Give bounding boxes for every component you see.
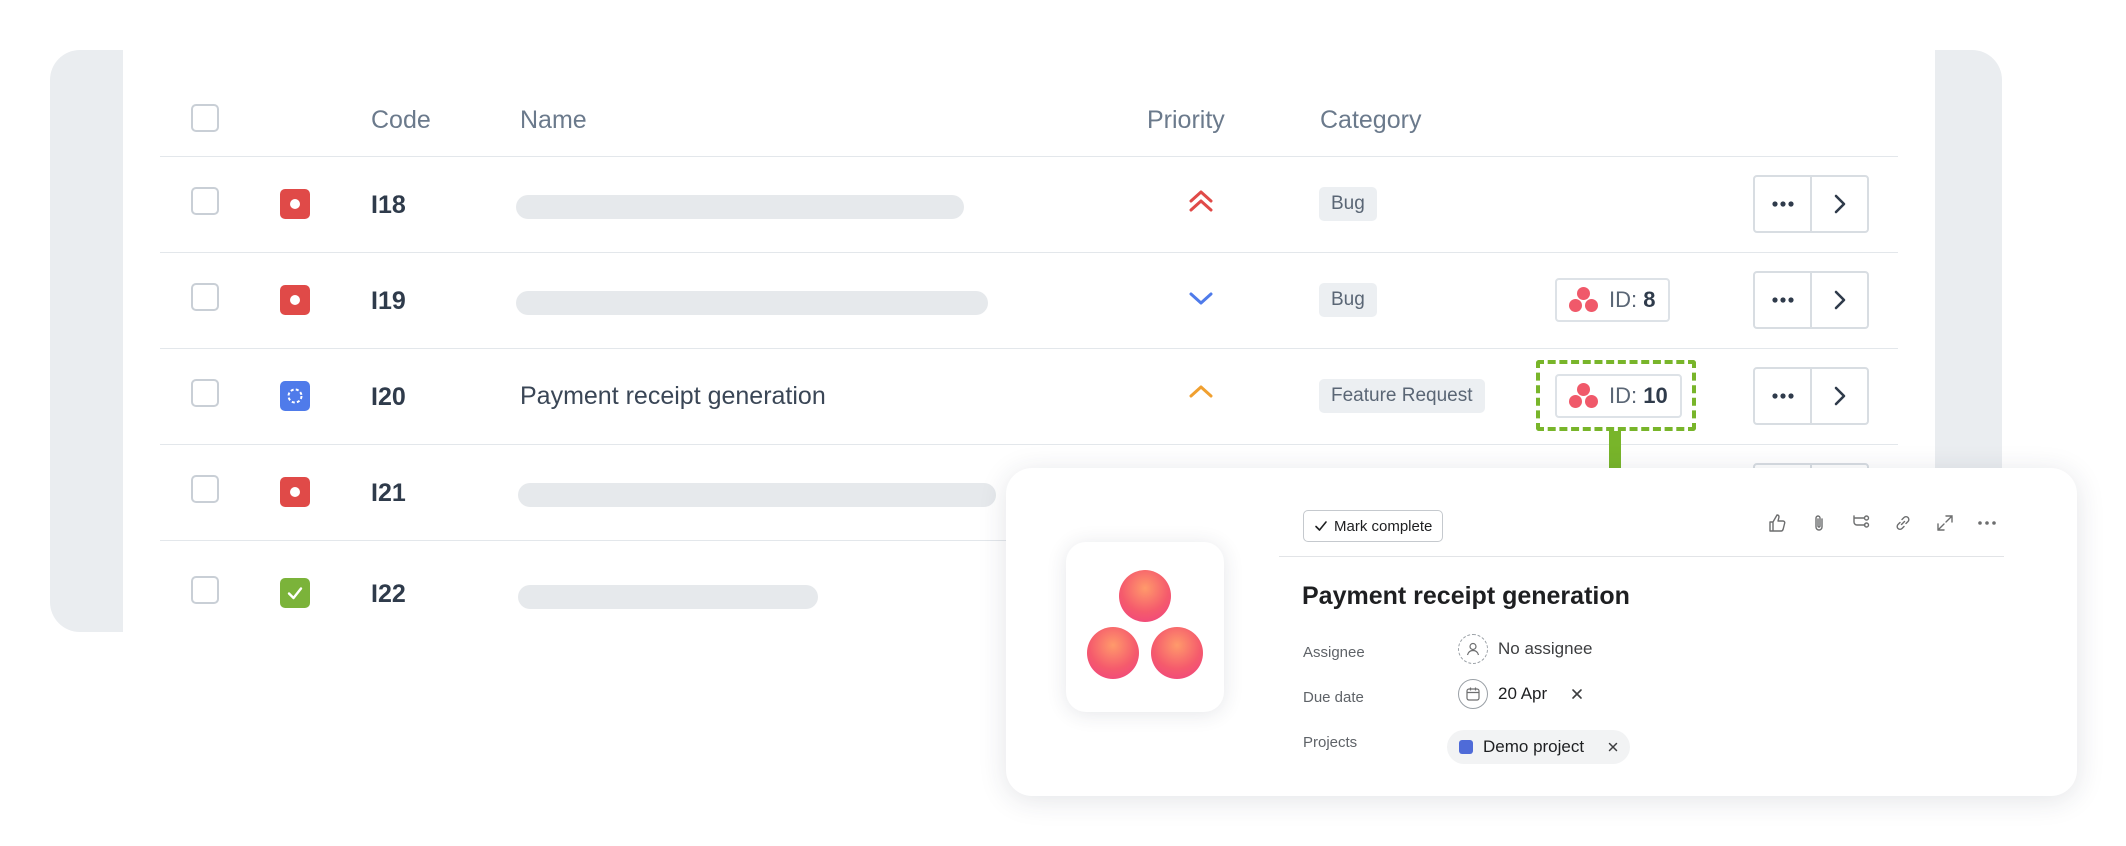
clear-due-date-icon[interactable] (1571, 688, 1583, 700)
column-header-category[interactable]: Category (1320, 106, 1421, 135)
asana-id-chip[interactable]: ID: 8 (1555, 278, 1670, 322)
column-header-code[interactable]: Code (371, 106, 431, 135)
check-icon (287, 587, 303, 600)
open-button[interactable] (1810, 369, 1867, 423)
check-icon (1315, 521, 1327, 531)
projects-label: Projects (1303, 734, 1358, 751)
row-actions (1753, 175, 1869, 233)
name-placeholder (518, 483, 996, 507)
double-chevron-up-icon (1189, 190, 1213, 212)
project-chip[interactable]: Demo project (1447, 730, 1631, 764)
chevron-right-icon (1834, 290, 1845, 310)
subtask-button[interactable] (1850, 512, 1872, 534)
asana-logo (1066, 542, 1224, 712)
category-badge: Bug (1319, 187, 1377, 221)
issue-code: I19 (371, 287, 406, 315)
category-badge: Bug (1319, 283, 1377, 317)
more-options-button[interactable] (1976, 512, 1998, 534)
task-title[interactable]: Payment receipt generation (1302, 582, 1630, 611)
mark-complete-label: Mark complete (1334, 517, 1433, 535)
chevron-up-icon (1189, 385, 1213, 398)
due-date-value: 20 Apr (1498, 684, 1548, 703)
table-row[interactable]: I19 Bug ID: 8 (123, 253, 1935, 349)
project-name: Demo project (1483, 737, 1585, 756)
highlight-frame (1536, 360, 1696, 431)
toolbar-divider (1279, 556, 2004, 557)
remove-project-icon[interactable] (1608, 742, 1618, 752)
table-header: Code Name Priority Category (123, 50, 1935, 156)
name-placeholder (516, 195, 964, 219)
issue-name[interactable]: Payment receipt generation (520, 382, 826, 411)
name-placeholder (516, 291, 988, 315)
status-icon (280, 189, 310, 219)
more-icon (1771, 393, 1794, 399)
table-row[interactable]: I18 Bug (123, 157, 1935, 253)
status-icon (280, 477, 310, 507)
name-placeholder (518, 585, 818, 609)
row-actions (1753, 367, 1869, 425)
paperclip-icon (1815, 515, 1823, 531)
id-value: 8 (1643, 287, 1656, 312)
category-badge: Feature Request (1319, 379, 1485, 413)
row-checkbox[interactable] (191, 576, 219, 604)
more-button[interactable] (1755, 369, 1810, 423)
attach-button[interactable] (1808, 512, 1830, 534)
task-toolbar (1766, 512, 1998, 534)
more-icon (1771, 297, 1794, 303)
expand-button[interactable] (1934, 512, 1956, 534)
asana-logo-icon (1569, 287, 1599, 313)
row-checkbox[interactable] (191, 283, 219, 311)
in-progress-status-icon (280, 381, 310, 411)
copy-link-button[interactable] (1892, 512, 1914, 534)
more-icon (1771, 201, 1794, 207)
issue-code: I20 (371, 383, 406, 411)
assignee-value: No assignee (1498, 639, 1593, 658)
like-button[interactable] (1766, 512, 1788, 534)
project-color-swatch (1459, 740, 1473, 754)
status-icon (280, 285, 310, 315)
chevron-right-icon (1834, 194, 1845, 214)
subtask-icon (1853, 515, 1870, 528)
mark-complete-button[interactable]: Mark complete (1303, 510, 1444, 542)
assignee-label: Assignee (1303, 644, 1365, 661)
due-date-field[interactable]: 20 Apr (1458, 679, 1583, 709)
row-actions (1753, 271, 1869, 329)
issue-code: I21 (371, 479, 406, 507)
spinner-icon (287, 388, 303, 404)
chevron-right-icon (1834, 386, 1845, 406)
column-header-name[interactable]: Name (520, 106, 587, 135)
user-icon (1458, 634, 1488, 664)
chevron-down-icon (1189, 292, 1213, 305)
expand-icon (1937, 515, 1953, 531)
more-button[interactable] (1755, 273, 1810, 327)
open-button[interactable] (1810, 177, 1867, 231)
more-button[interactable] (1755, 177, 1810, 231)
issue-code: I18 (371, 191, 406, 219)
link-icon (1896, 515, 1910, 531)
row-checkbox[interactable] (191, 475, 219, 503)
assignee-field[interactable]: No assignee (1458, 634, 1593, 664)
connector-line (1609, 431, 1621, 471)
task-detail-panel: Mark complete Payment receipt generation… (1006, 468, 2077, 796)
due-date-label: Due date (1303, 689, 1364, 706)
open-button[interactable] (1810, 273, 1867, 327)
column-header-priority[interactable]: Priority (1147, 106, 1225, 135)
calendar-icon (1458, 679, 1488, 709)
id-prefix: ID: (1609, 287, 1638, 312)
row-checkbox[interactable] (191, 379, 219, 407)
done-status-icon (280, 578, 310, 608)
thumbs-up-icon (1769, 514, 1786, 532)
issue-code: I22 (371, 580, 406, 608)
more-icon (1978, 521, 1996, 525)
row-checkbox[interactable] (191, 187, 219, 215)
select-all-checkbox[interactable] (191, 104, 219, 132)
